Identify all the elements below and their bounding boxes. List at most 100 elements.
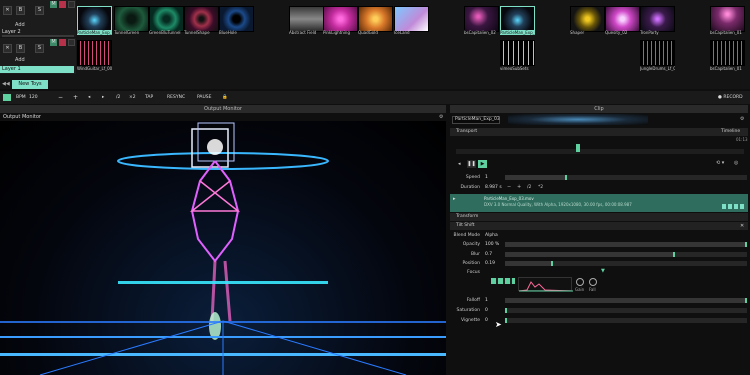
- clip-thumb[interactable]: [500, 6, 535, 32]
- falloff-value[interactable]: 1: [485, 296, 488, 305]
- clip-thumb[interactable]: [570, 6, 605, 32]
- opacity-slider[interactable]: [505, 242, 747, 247]
- saturation-value[interactable]: 0: [485, 306, 488, 315]
- clip-thumb[interactable]: [289, 6, 324, 32]
- layer-2-bypass-button[interactable]: B: [16, 6, 25, 15]
- speed-value[interactable]: 1: [485, 173, 488, 182]
- blur-row: Blur 0.7: [450, 250, 748, 259]
- clip-label: bsCapitalien_02: [464, 30, 496, 35]
- clip-thumb[interactable]: [640, 40, 675, 66]
- clip-thumb[interactable]: [605, 6, 640, 32]
- focus-marker-icon[interactable]: ▼: [601, 268, 605, 274]
- vignette-slider[interactable]: [505, 318, 747, 323]
- falloff-row: Falloff 1: [450, 296, 748, 305]
- jog-icon[interactable]: ◎: [734, 160, 738, 166]
- deck-prev-icon[interactable]: ◀◀: [2, 81, 10, 87]
- opacity-label: Opacity: [462, 242, 480, 247]
- layer-2-add-dropdown[interactable]: Add: [15, 22, 25, 28]
- resync-button[interactable]: RESYNC: [167, 94, 185, 101]
- layer-1-m-button[interactable]: M: [50, 39, 57, 46]
- layer-2-m-button[interactable]: M: [50, 1, 57, 8]
- lock-icon[interactable]: 🔒: [222, 94, 228, 101]
- layer-1-add-dropdown[interactable]: Add: [15, 57, 25, 63]
- clip-label: WindGuitar_Lf_001: [77, 66, 112, 71]
- play-icon[interactable]: ▶: [478, 160, 487, 168]
- layer-1-name-bar[interactable]: Layer 1: [0, 66, 74, 73]
- layer-2-solo-button[interactable]: S: [35, 6, 44, 15]
- tap-button[interactable]: TAP: [145, 94, 153, 101]
- layer-1-bypass-button[interactable]: B: [16, 44, 25, 53]
- speed-slider[interactable]: [505, 175, 747, 180]
- duration-double-button[interactable]: *2: [538, 183, 543, 192]
- output-monitor-settings-icon[interactable]: ⚙: [439, 114, 443, 120]
- speed-row: Speed 1: [450, 173, 748, 182]
- tilt-shift-close-icon[interactable]: ✕: [740, 222, 744, 230]
- bpm-increase-button[interactable]: +: [73, 94, 78, 101]
- duration-increase-button[interactable]: +: [517, 183, 521, 192]
- focus-buttons[interactable]: [491, 278, 515, 284]
- deck-tab-new-toys[interactable]: New Toys: [12, 80, 48, 89]
- clip-thumb[interactable]: [500, 40, 535, 66]
- focus-label: Focus: [467, 270, 480, 275]
- pause-button[interactable]: PAUSE: [197, 94, 212, 101]
- clip-thumb[interactable]: [149, 6, 184, 32]
- transform-section[interactable]: Transform: [450, 213, 748, 221]
- position-value[interactable]: 0.19: [485, 259, 495, 268]
- saturation-slider[interactable]: [505, 308, 747, 313]
- clip-thumb[interactable]: [358, 6, 393, 32]
- vignette-value[interactable]: 0: [485, 316, 488, 325]
- bpm-decrease-button[interactable]: −: [58, 94, 63, 101]
- layer-2-clear-button[interactable]: ✕: [3, 6, 12, 15]
- nudge-back-icon[interactable]: ◂: [88, 94, 90, 101]
- bpm-half-button[interactable]: /2: [116, 94, 120, 101]
- layer-1-fx-button[interactable]: [68, 39, 75, 46]
- clip-thumb[interactable]: [710, 6, 745, 32]
- clip-thumb[interactable]: [77, 40, 112, 66]
- fall-knob[interactable]: [589, 278, 597, 286]
- clip-thumb[interactable]: [323, 6, 358, 32]
- blend-mode-dropdown[interactable]: Alpha: [485, 231, 498, 240]
- loop-mode-icon[interactable]: ⟲ ▾: [716, 160, 724, 166]
- clip-thumb[interactable]: [219, 6, 254, 32]
- clip-name-field[interactable]: ParticleMan_Exp_03: [452, 116, 500, 124]
- clip-thumb[interactable]: [77, 6, 112, 32]
- clip-thumb[interactable]: [710, 40, 745, 66]
- duration-value[interactable]: 8.987 s: [485, 183, 502, 192]
- transport-mode-dropdown[interactable]: Timeline: [721, 128, 740, 136]
- skip-back-icon[interactable]: ◂: [458, 161, 461, 167]
- duration-decrease-button[interactable]: −: [507, 183, 511, 192]
- record-button[interactable]: ● RECORD: [718, 94, 743, 101]
- gain-knob[interactable]: [576, 278, 584, 286]
- blur-value[interactable]: 0.7: [485, 250, 492, 259]
- layer-1-record-button[interactable]: [59, 39, 66, 46]
- bpm-double-button[interactable]: ×2: [129, 94, 136, 101]
- transport-timeline[interactable]: [456, 149, 744, 154]
- opacity-value[interactable]: 100 %: [485, 240, 499, 249]
- source-expand-icon[interactable]: ▸: [453, 196, 456, 202]
- focus-graph[interactable]: [518, 277, 574, 292]
- bpm-value[interactable]: 120: [29, 94, 38, 101]
- nudge-forward-icon[interactable]: ▸: [102, 94, 104, 101]
- layer-2-opacity-slider[interactable]: [2, 35, 74, 37]
- clip-thumb[interactable]: [464, 6, 499, 32]
- position-slider[interactable]: [505, 261, 747, 266]
- falloff-slider[interactable]: [505, 298, 747, 303]
- transport-section[interactable]: Transport: [450, 128, 748, 136]
- pause-icon[interactable]: ❚❚: [467, 160, 476, 168]
- clip-thumb[interactable]: [640, 6, 675, 32]
- clip-panel-header: Clip: [450, 105, 748, 113]
- tilt-shift-section[interactable]: Tilt Shift: [450, 222, 748, 230]
- clip-thumb[interactable]: [114, 6, 149, 32]
- blur-slider[interactable]: [505, 252, 747, 257]
- layer-1-clear-button[interactable]: ✕: [3, 44, 12, 53]
- transport-playhead[interactable]: [576, 144, 580, 152]
- clip-thumb[interactable]: [184, 6, 219, 32]
- duration-half-button[interactable]: /2: [527, 183, 531, 192]
- layer-2-fx-button[interactable]: [68, 1, 75, 8]
- source-buttons[interactable]: [722, 204, 744, 209]
- clip-settings-icon[interactable]: ⚙: [740, 116, 744, 122]
- layer-2-record-button[interactable]: [59, 1, 66, 8]
- clip-thumb[interactable]: [394, 6, 429, 32]
- metronome-icon[interactable]: [3, 94, 11, 101]
- layer-1-solo-button[interactable]: S: [35, 44, 44, 53]
